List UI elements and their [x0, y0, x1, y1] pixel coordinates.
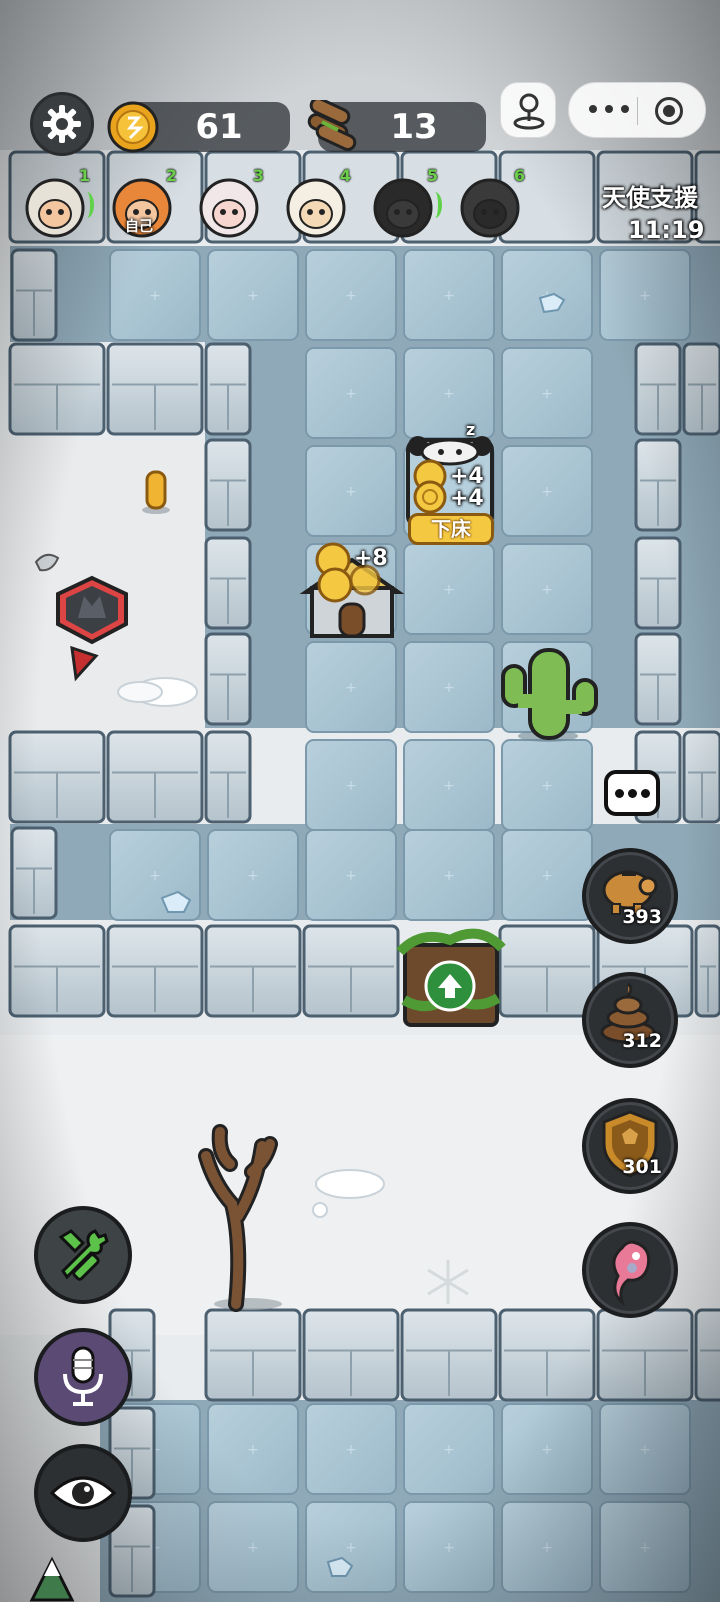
- house-income-plus: +8: [354, 546, 388, 571]
- tile-mark: +: [247, 288, 259, 304]
- poop-resource[interactable]: 312: [582, 972, 678, 1068]
- tile-mark: +: [345, 778, 357, 794]
- pink-potion-resource[interactable]: [582, 1222, 678, 1318]
- coin-pickup[interactable]: [142, 470, 170, 514]
- chat-bubble-button[interactable]: [604, 770, 660, 816]
- voice-button[interactable]: [34, 1328, 132, 1426]
- tools-icon: [58, 1229, 109, 1281]
- tile-mark: +: [541, 582, 553, 598]
- tile-mark: +: [247, 868, 259, 884]
- tile-mark: +: [639, 1442, 651, 1458]
- player-avatar-1[interactable]: 1: [18, 166, 94, 244]
- settings-button[interactable]: [30, 92, 94, 156]
- tile-mark: +: [443, 1442, 455, 1458]
- voice-signal-icon: [428, 192, 442, 218]
- player-avatar-5[interactable]: 5: [366, 166, 442, 244]
- poop-value: 312: [622, 1030, 662, 1052]
- miniprogram-capsule: [568, 82, 706, 138]
- pine-tree-icon: [29, 1556, 75, 1602]
- tile-mark: +: [443, 778, 455, 794]
- player-number: 5: [426, 166, 438, 185]
- tile-mark: +: [639, 288, 651, 304]
- shield-value: 301: [622, 1156, 662, 1178]
- joystick-button[interactable]: [500, 82, 556, 138]
- tile-mark: +: [345, 680, 357, 696]
- piggy-bank-icon: [602, 870, 658, 915]
- player-avatar-4[interactable]: 4: [279, 166, 353, 244]
- voice-signal-icon: [80, 192, 94, 218]
- tile-mark: +: [345, 868, 357, 884]
- tile-mark: +: [639, 1540, 651, 1556]
- tile-mark: +: [443, 680, 455, 696]
- coin-count: 61: [195, 107, 243, 147]
- tile-mark: +: [345, 484, 357, 500]
- tile-mark: +: [541, 1442, 553, 1458]
- player-avatar-3[interactable]: 3: [192, 166, 266, 244]
- gear-icon: [43, 105, 81, 143]
- player-number: 6: [513, 166, 525, 185]
- tile-mark: +: [345, 386, 357, 402]
- tile-mark: +: [149, 868, 161, 884]
- angel-support-timer: 11:19: [628, 216, 705, 244]
- tile-mark: +: [541, 868, 553, 884]
- poop-icon: [600, 982, 656, 1044]
- coin-icon: [107, 101, 159, 153]
- stone-block: [694, 1308, 720, 1402]
- tile-mark: +: [247, 1540, 259, 1556]
- piggy-bank-resource[interactable]: 393: [582, 848, 678, 944]
- joystick-icon: [513, 93, 545, 130]
- tile-mark: +: [443, 868, 455, 884]
- tile-mark: +: [541, 484, 553, 500]
- tile-mark: +: [541, 386, 553, 402]
- tile-mark: +: [149, 288, 161, 304]
- angel-support-label: 天使支援: [602, 184, 698, 212]
- microphone-icon: [63, 1346, 103, 1406]
- tile-mark: +: [541, 1540, 553, 1556]
- player-number: 4: [339, 166, 351, 185]
- self-tag: 自己: [125, 219, 153, 235]
- piggy-bank-value: 393: [622, 906, 662, 928]
- tile-mark: +: [443, 386, 455, 402]
- tile-mark: +: [443, 1540, 455, 1556]
- player-number: 2: [165, 166, 177, 185]
- tile-mark: +: [443, 288, 455, 304]
- shield-resource[interactable]: 301: [582, 1098, 678, 1194]
- tile-mark: +: [345, 1540, 357, 1556]
- player-avatar-2[interactable]: 2 自己: [105, 166, 179, 244]
- wood-logs-icon: [307, 100, 357, 151]
- chat-bubble-icon: [613, 788, 652, 798]
- player-number: 3: [252, 166, 264, 185]
- view-button[interactable]: [34, 1444, 132, 1542]
- sleep-z-text: z: [466, 420, 476, 439]
- target-circle-icon[interactable]: [655, 97, 683, 125]
- tile-mark: +: [345, 288, 357, 304]
- leave-bed-button[interactable]: 下床: [408, 513, 494, 545]
- shield-icon: [602, 1110, 658, 1178]
- more-dots-icon[interactable]: [589, 105, 629, 117]
- thorn-gate[interactable]: [396, 928, 506, 1027]
- tile-mark: +: [247, 1442, 259, 1458]
- tile-mark: +: [345, 1442, 357, 1458]
- tile-mark: +: [541, 778, 553, 794]
- tile-mark: +: [443, 582, 455, 598]
- player-avatar-6[interactable]: 6: [453, 166, 527, 244]
- pink-potion-icon: [612, 1240, 651, 1307]
- bed-income-plus-b: +4: [450, 486, 484, 511]
- build-button[interactable]: [34, 1206, 132, 1304]
- wood-count: 13: [390, 107, 438, 147]
- player-number: 1: [78, 166, 90, 185]
- eye-icon: [49, 1476, 117, 1510]
